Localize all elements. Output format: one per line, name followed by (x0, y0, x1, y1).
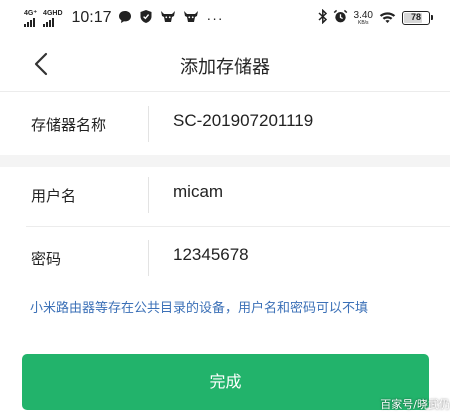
signal-2-label: 4GHD (43, 9, 63, 17)
nav-header: 添加存储器 (0, 36, 450, 92)
status-bar: 4G⁺ 4GHD 10:17 ··· 3.40 KB/s 78 (0, 0, 450, 36)
storage-name-row: 存储器名称 (0, 92, 450, 156)
battery-level: 78 (410, 12, 421, 22)
network-speed: 3.40 KB/s (353, 9, 373, 26)
bull-head-icon (160, 9, 176, 28)
field-divider (148, 240, 149, 276)
message-bubble-icon (118, 9, 132, 28)
network-speed-unit: KB/s (357, 19, 369, 26)
clock-time: 10:17 (71, 9, 112, 26)
signal-1-label: 4G⁺ (24, 9, 38, 17)
alarm-icon (333, 9, 348, 28)
storage-name-label: 存储器名称 (31, 116, 107, 134)
battery-indicator: 78 (402, 11, 433, 25)
storage-name-input[interactable] (173, 111, 433, 131)
password-row: 密码 (0, 226, 450, 290)
password-input[interactable] (173, 245, 433, 265)
bull-head-icon (183, 9, 199, 28)
bluetooth-icon (318, 8, 328, 28)
done-button[interactable]: 完成 (22, 354, 429, 410)
username-label: 用户名 (31, 187, 77, 205)
signal-bars-icon (43, 17, 55, 27)
username-input[interactable] (173, 182, 433, 202)
page-title: 添加存储器 (180, 57, 270, 78)
signal-bars-icon (24, 17, 36, 27)
password-label: 密码 (31, 250, 62, 268)
cellular-signal-1: 4G⁺ (24, 10, 37, 27)
wifi-icon (379, 9, 396, 28)
battery-cap (431, 15, 433, 20)
watermark: 百家号/晓武仍 (380, 398, 450, 411)
more-notifications-icon: ··· (206, 10, 224, 26)
hint-text: 小米路由器等存在公共目录的设备，用户名和密码可以不填 (30, 301, 369, 316)
field-divider (148, 106, 149, 142)
cellular-signal-2: 4GHD (43, 9, 63, 27)
shield-icon (139, 9, 153, 28)
field-divider (148, 177, 149, 213)
username-row: 用户名 (0, 163, 450, 227)
network-speed-value: 3.40 (353, 9, 373, 21)
